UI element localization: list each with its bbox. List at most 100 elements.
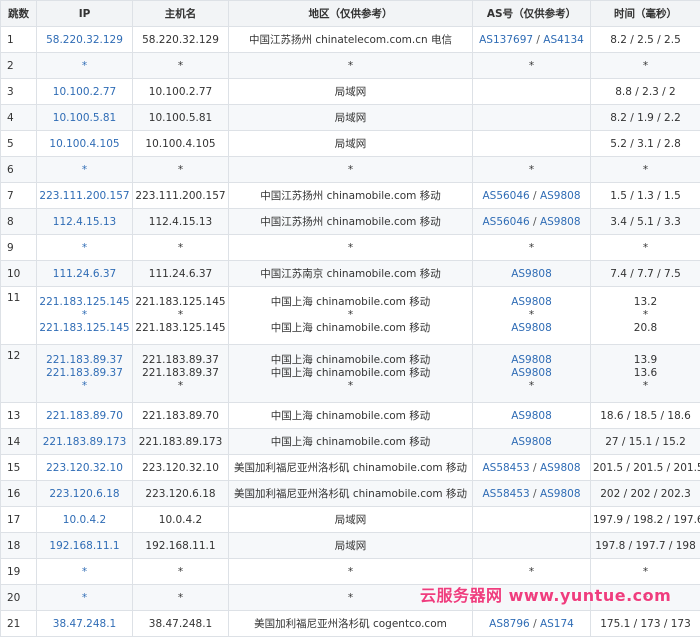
ip-link[interactable]: 223.111.200.157: [39, 190, 129, 202]
ip-link[interactable]: 112.4.15.13: [53, 216, 116, 228]
as-cell: [473, 79, 591, 105]
header-host[interactable]: 主机名: [133, 1, 229, 27]
ip-cell: 221.183.125.145*221.183.125.145: [37, 287, 133, 345]
hostname-text: 10.100.2.77: [149, 86, 212, 98]
as-link[interactable]: AS9808: [540, 190, 581, 202]
latency-text: 197.8 / 197.7 / 198: [595, 540, 696, 552]
latency-text: 197.9 / 198.2 / 197.6: [593, 514, 700, 526]
as-cell: AS9808AS9808*: [473, 345, 591, 403]
as-line: *: [529, 164, 534, 176]
hostname-text: 223.120.32.10: [142, 462, 219, 474]
as-separator: /: [533, 34, 543, 46]
header-as[interactable]: AS号（仅供参考）: [473, 1, 591, 27]
hop-number: 7: [7, 190, 14, 202]
hop-number: 13: [7, 410, 20, 422]
location-text: 局域网: [335, 540, 367, 552]
header-time[interactable]: 时间（毫秒）: [591, 1, 700, 27]
latency-text: 201.5 / 201.5 / 201.5: [593, 462, 700, 474]
hop-number: 4: [7, 112, 14, 124]
location-cell: *: [229, 53, 473, 79]
as-cell: AS9808: [473, 261, 591, 287]
ip-link[interactable]: 221.183.89.37: [39, 354, 130, 367]
host-cell: 10.0.4.2: [133, 507, 229, 533]
ip-cell: *: [37, 585, 133, 611]
ip-cell: 221.183.89.37221.183.89.37*: [37, 345, 133, 403]
hop-number: 19: [7, 566, 20, 578]
as-link[interactable]: AS137697: [479, 34, 533, 46]
hop-cell: 15: [1, 455, 37, 481]
header-location[interactable]: 地区（仅供参考）: [229, 1, 473, 27]
ip-link[interactable]: 221.183.89.173: [43, 436, 127, 448]
hostname-text: 58.220.32.129: [142, 34, 219, 46]
host-cell: 38.47.248.1: [133, 611, 229, 637]
as-line: AS56046 / AS9808: [482, 190, 580, 202]
as-link[interactable]: AS9808: [511, 268, 552, 280]
location-text: 美国加利福尼亚州洛杉矶 cogentco.com: [254, 618, 447, 630]
latency-text: 8.8 / 2.3 / 2: [615, 86, 676, 98]
as-link[interactable]: AS9808: [511, 322, 552, 334]
ip-link[interactable]: 221.183.125.145: [39, 296, 130, 309]
timeout-marker: *: [135, 309, 226, 322]
as-link[interactable]: AS9808: [511, 296, 552, 308]
as-link[interactable]: AS9808: [511, 436, 552, 448]
ip-link[interactable]: 10.100.5.81: [53, 112, 116, 124]
ip-link[interactable]: 192.168.11.1: [49, 540, 119, 552]
latency-text: 5.2 / 3.1 / 2.8: [610, 138, 681, 150]
timeout-marker: *: [529, 242, 534, 254]
timeout-marker: *: [643, 164, 648, 176]
latency-text: 13.2: [593, 296, 698, 309]
time-cell: 175.1 / 173 / 173: [591, 611, 700, 637]
location-cell: 中国江苏扬州 chinamobile.com 移动: [229, 183, 473, 209]
hostname-text: 221.183.125.145: [135, 296, 226, 309]
as-link[interactable]: AS9808: [540, 462, 581, 474]
as-link[interactable]: AS9808: [540, 216, 581, 228]
hostname-text: 192.168.11.1: [145, 540, 215, 552]
ip-link[interactable]: 221.183.125.145: [39, 322, 130, 335]
time-cell: 201.5 / 201.5 / 201.5: [591, 455, 700, 481]
ip-link[interactable]: 221.183.89.70: [46, 410, 123, 422]
ip-link[interactable]: 223.120.32.10: [46, 462, 123, 474]
as-link[interactable]: AS58453: [482, 462, 529, 474]
ip-link[interactable]: 10.0.4.2: [63, 514, 106, 526]
host-cell: 221.183.125.145*221.183.125.145: [133, 287, 229, 345]
host-cell: 10.100.5.81: [133, 105, 229, 131]
as-link[interactable]: AS9808: [540, 488, 581, 500]
hop-cell: 12: [1, 345, 37, 403]
as-link[interactable]: AS56046: [482, 216, 529, 228]
time-cell: *: [591, 53, 700, 79]
as-link[interactable]: AS58453: [482, 488, 529, 500]
timeout-marker: *: [82, 242, 87, 254]
time-cell: 202 / 202 / 202.3: [591, 481, 700, 507]
as-link[interactable]: AS56046: [482, 190, 529, 202]
timeout-marker: *: [643, 242, 648, 254]
ip-link[interactable]: 10.100.4.105: [49, 138, 119, 150]
ip-cell: 111.24.6.37: [37, 261, 133, 287]
location-cell: 中国江苏南京 chinamobile.com 移动: [229, 261, 473, 287]
table-row: 158.220.32.12958.220.32.129中国江苏扬州 chinat…: [1, 27, 700, 53]
location-cell: 中国上海 chinamobile.com 移动: [229, 403, 473, 429]
as-cell: AS9808: [473, 429, 591, 455]
time-cell: 8.8 / 2.3 / 2: [591, 79, 700, 105]
as-link[interactable]: AS9808: [511, 354, 552, 366]
ip-link[interactable]: 10.100.2.77: [53, 86, 116, 98]
as-cell: [473, 131, 591, 157]
ip-link[interactable]: 223.120.6.18: [49, 488, 119, 500]
host-cell: 221.183.89.37221.183.89.37*: [133, 345, 229, 403]
header-hop[interactable]: 跳数: [1, 1, 37, 27]
location-cell: 美国加利福尼亚州洛杉矶 chinamobile.com 移动: [229, 481, 473, 507]
table-row: 9*****: [1, 235, 700, 261]
ip-link[interactable]: 111.24.6.37: [53, 268, 116, 280]
hop-cell: 8: [1, 209, 37, 235]
as-link[interactable]: AS4134: [543, 34, 584, 46]
as-link[interactable]: AS9808: [511, 410, 552, 422]
header-ip[interactable]: IP: [37, 1, 133, 27]
as-link[interactable]: AS9808: [511, 367, 552, 379]
table-row: 13221.183.89.70221.183.89.70中国上海 chinamo…: [1, 403, 700, 429]
timeout-marker: *: [231, 309, 470, 322]
hop-cell: 14: [1, 429, 37, 455]
hostname-text: 10.0.4.2: [159, 514, 202, 526]
hop-number: 20: [7, 592, 20, 604]
ip-link[interactable]: 221.183.89.37: [39, 367, 130, 380]
ip-link[interactable]: 58.220.32.129: [46, 34, 123, 46]
as-line: AS9808: [511, 410, 552, 422]
